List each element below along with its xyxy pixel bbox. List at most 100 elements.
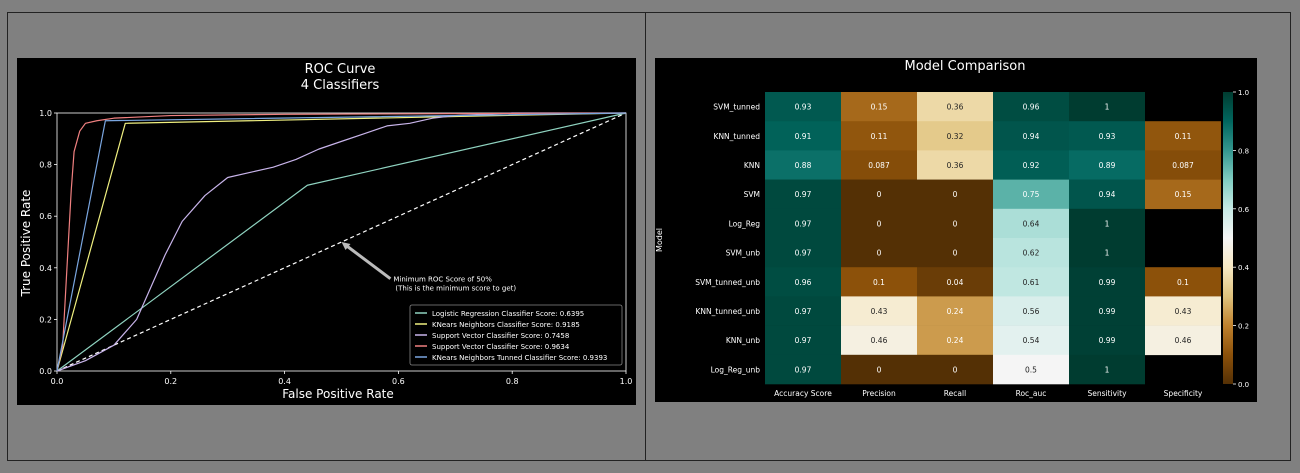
heatmap-cell-label: 0.1 [873,278,885,287]
roc-legend-label: KNears Neighbors Tunned Classifier Score… [432,354,607,362]
heatmap-row-label: KNN [744,161,760,170]
roc-x-tick-label: 0.0 [51,377,64,386]
heatmap-cell-label: 0.96 [1023,103,1040,112]
heatmap-title: Model Comparison [905,59,1026,74]
heatmap-cell-label: 0.56 [1023,307,1040,316]
heatmap-row-label: SVM_tunned_unb [695,278,760,287]
heatmap-cell-label: 1 [1105,219,1110,228]
heatmap-cell-label: 0.93 [795,103,812,112]
colorbar-tick-label: 0.4 [1238,264,1250,272]
heatmap-column-label: Recall [944,389,966,398]
heatmap-row-label: Log_Reg_unb [711,365,761,374]
heatmap-cell-label: 0.46 [1175,336,1192,345]
heatmap-cell-label: 0.97 [795,249,812,258]
heatmap-cell-label: 0 [877,365,882,374]
roc-legend-label: Support Vector Classifier Score: 0.7458 [432,332,569,340]
heatmap-cell-label: 0.89 [1099,161,1116,170]
heatmap-cell-label: 0.96 [795,278,812,287]
roc-x-tick-label: 1.0 [620,377,633,386]
heatmap-cell-label: 0.99 [1099,278,1116,287]
heatmap-column-label: Accuracy Score [774,389,832,398]
roc-title: ROC Curve [305,62,376,77]
heatmap-cell-label: 0.92 [1023,161,1040,170]
heatmap-column-label: Roc_auc [1016,389,1047,398]
roc-y-tick-label: 0.6 [39,212,52,221]
heatmap-column-label: Specificity [1164,389,1203,398]
heatmap-cell-label: 0.62 [1023,249,1040,258]
heatmap-cell-label: 0.1 [1177,278,1189,287]
heatmap-cell-label: 0.087 [868,161,890,170]
roc-x-tick-label: 0.8 [506,377,519,386]
heatmap-cell-label: 0.36 [947,103,964,112]
heatmap-cell-label: 0.97 [795,336,812,345]
heatmap-cell-label: 0.54 [1023,336,1040,345]
heatmap-cell-label: 0.32 [947,132,964,141]
heatmap-cell-label: 0.91 [795,132,812,141]
heatmap-cell-label: 0.04 [947,278,964,287]
roc-legend-label: KNears Neighbors Classifier Score: 0.918… [432,321,580,329]
roc-annotation-text: (This is the minimum score to get) [395,285,516,293]
heatmap-y-axis-label: Model [655,228,664,252]
heatmap-row-label: KNN_unb [726,336,760,345]
roc-y-tick-label: 0.0 [39,367,52,376]
heatmap-cell-label: 0 [953,249,958,258]
roc-y-tick-label: 0.4 [39,264,52,273]
heatmap-cell-label: 0.36 [947,161,964,170]
colorbar-tick-label: 0.6 [1238,206,1250,214]
heatmap-cell-label: 1 [1105,249,1110,258]
roc-legend-label: Support Vector Classifier Score: 0.9634 [432,343,570,351]
heatmap-cell-label: 0.43 [871,307,888,316]
heatmap-cell-label: 0.15 [1175,190,1192,199]
colorbar-tick-label: 0.2 [1238,323,1249,331]
heatmap-cell-label: 0.97 [795,307,812,316]
heatmap-cell-label: 0.97 [795,365,812,374]
roc-y-tick-label: 1.0 [39,109,52,118]
roc-x-axis-label: False Positive Rate [282,387,394,401]
heatmap-cell-label: 0.46 [871,336,888,345]
roc-annotation-arrow [344,243,392,280]
heatmap-cell-label: 0.94 [1023,132,1040,141]
heatmap-cell-label: 0 [877,219,882,228]
roc-curve-figure: ROC Curve 4 Classifiers False Positive R… [17,58,636,405]
heatmap-row-label: KNN_tunned_unb [696,307,761,316]
heatmap-row-label: SVM [744,190,760,199]
heatmap-cell-label: 0.99 [1099,336,1116,345]
heatmap-cell-label: 0.15 [871,103,888,112]
heatmap-cell-label: 0.11 [871,132,888,141]
heatmap-row-label: KNN_tunned [714,132,761,141]
heatmap-cell-label: 0.64 [1023,219,1040,228]
roc-x-tick-label: 0.4 [278,377,291,386]
heatmap-cell-label: 0.99 [1099,307,1116,316]
roc-x-tick-label: 0.2 [164,377,177,386]
colorbar-tick-label: 0.0 [1238,381,1249,389]
roc-y-tick-label: 0.8 [39,161,52,170]
model-comparison-figure: Model Comparison Model SVM_tunned 0.93 0.1… [655,58,1257,402]
heatmap-cell-label: 0.97 [795,219,812,228]
heatmap-cell-label: 0.43 [1175,307,1192,316]
colorbar-tick-label: 1.0 [1238,89,1249,97]
heatmap-cell-label: 0.5 [1025,365,1037,374]
heatmap-cell-label: 0 [953,365,958,374]
heatmap-cell-label: 0.94 [1099,190,1116,199]
heatmap-cell-label: 0.087 [1172,161,1194,170]
roc-y-tick-label: 0.2 [39,315,52,324]
heatmap-cell-label: 0.24 [947,336,964,345]
roc-y-axis-label: True Positive Rate [19,190,33,298]
heatmap-cell-label: 0 [953,219,958,228]
roc-chart: ROC Curve 4 Classifiers False Positive R… [19,62,633,401]
heatmap-row-label: SVM_unb [726,249,761,258]
colorbar-tick-label: 0.8 [1238,147,1249,155]
heatmap-column-label: Precision [862,389,896,398]
heatmap-cell-label: 0.11 [1175,132,1192,141]
heatmap-cell-label: 0.88 [795,161,812,170]
heatmap-row-label: SVM_tunned [713,103,760,112]
heatmap-cell-label: 0 [877,190,882,199]
heatmap-cell-label: 0.75 [1023,190,1040,199]
roc-legend-label: Logistic Regression Classifier Score: 0.… [432,310,584,318]
heatmap-cell-label: 0.61 [1023,278,1040,287]
roc-subtitle: 4 Classifiers [301,78,380,93]
roc-x-tick-label: 0.6 [392,377,405,386]
heatmap-cell-label: 0.93 [1099,132,1116,141]
heatmap-cell-label: 1 [1105,365,1110,374]
roc-annotation-text: Minimum ROC Score of 50% [393,276,492,284]
